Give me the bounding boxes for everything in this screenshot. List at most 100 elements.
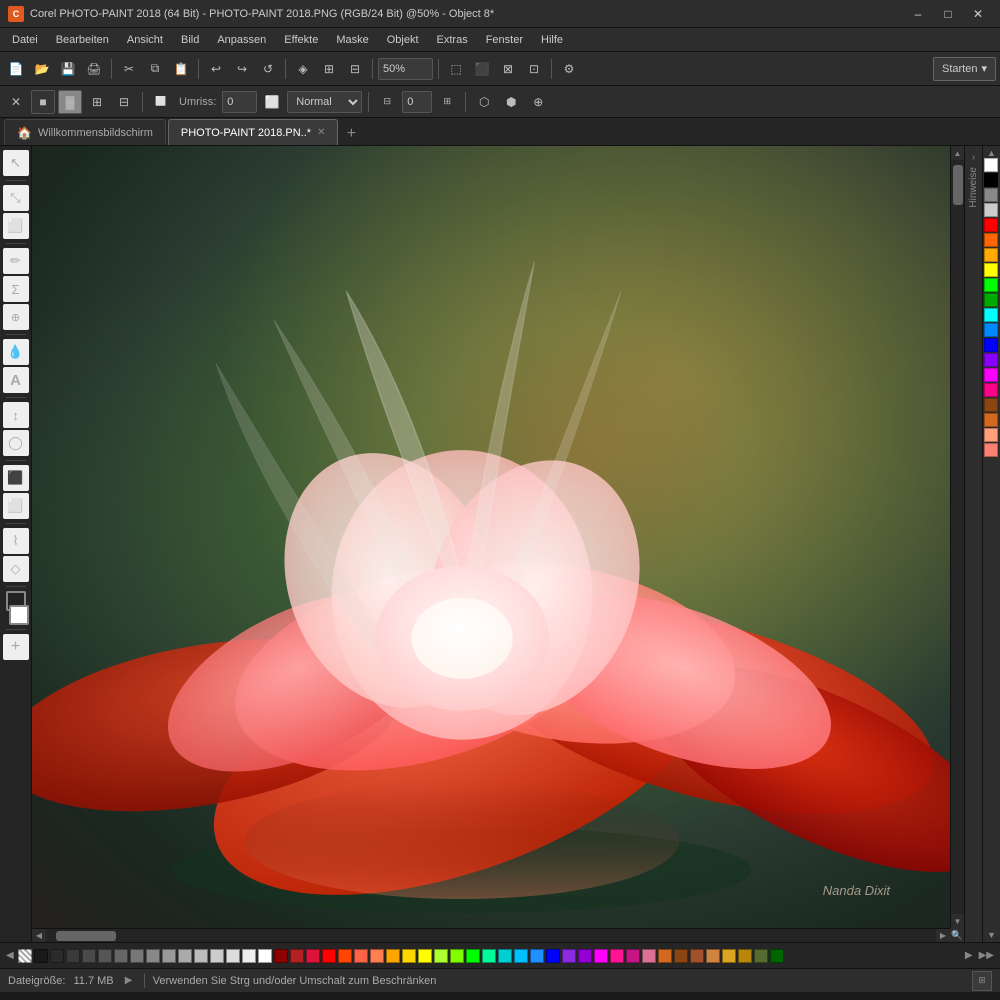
bottom-swatch-43[interactable] xyxy=(722,949,736,963)
tool-transform[interactable]: ⤡ xyxy=(3,185,29,211)
menu-anpassen[interactable]: Anpassen xyxy=(209,29,274,51)
palette-color-7[interactable] xyxy=(984,263,998,277)
minimize-button[interactable]: – xyxy=(904,3,932,25)
palette-nav-up[interactable]: ▲ xyxy=(987,148,996,158)
menu-ansicht[interactable]: Ansicht xyxy=(119,29,171,51)
prop-icon4[interactable]: ⊞ xyxy=(85,90,109,114)
menu-extras[interactable]: Extras xyxy=(429,29,476,51)
tb-icon2[interactable]: ⬛ xyxy=(470,57,494,81)
palette-color-9[interactable] xyxy=(984,293,998,307)
bottom-swatch-26[interactable] xyxy=(450,949,464,963)
prop-icon5[interactable]: ⊟ xyxy=(112,90,136,114)
open-button[interactable]: 📂 xyxy=(30,57,54,81)
palette-nav-down[interactable]: ▼ xyxy=(987,930,996,940)
bottom-swatch-8[interactable] xyxy=(162,949,176,963)
print-button[interactable]: 🖨 xyxy=(82,57,106,81)
prop-icon1[interactable]: ✕ xyxy=(4,90,28,114)
maximize-button[interactable]: □ xyxy=(934,3,962,25)
palette-color-10[interactable] xyxy=(984,308,998,322)
bottom-swatch-23[interactable] xyxy=(402,949,416,963)
bottom-swatch-5[interactable] xyxy=(114,949,128,963)
bottom-swatch-41[interactable] xyxy=(690,949,704,963)
opacity-inc[interactable]: ⊞ xyxy=(435,90,459,114)
colorbar-nav-right[interactable]: ▶ xyxy=(963,950,975,961)
palette-color-18[interactable] xyxy=(984,428,998,442)
tool-stamp[interactable]: ⬛ xyxy=(3,465,29,491)
bottom-swatch-29[interactable] xyxy=(498,949,512,963)
tool-paint[interactable]: ✏ xyxy=(3,248,29,274)
palette-color-1[interactable] xyxy=(984,173,998,187)
palette-color-11[interactable] xyxy=(984,323,998,337)
tb-icon1[interactable]: ⬚ xyxy=(444,57,468,81)
gear-button[interactable]: ⚙ xyxy=(557,57,581,81)
settings-button[interactable]: ◈ xyxy=(291,57,315,81)
bottom-swatch-32[interactable] xyxy=(546,949,560,963)
bottom-swatch-44[interactable] xyxy=(738,949,752,963)
start-button[interactable]: Starten ▾ xyxy=(933,57,996,81)
palette-color-8[interactable] xyxy=(984,278,998,292)
colorbar-nav-end[interactable]: ▶▶ xyxy=(977,950,996,961)
tb-icon3[interactable]: ⊠ xyxy=(496,57,520,81)
grid-button[interactable]: ⊞ xyxy=(317,57,341,81)
opacity-input[interactable] xyxy=(402,91,432,113)
bottom-swatch-19[interactable] xyxy=(338,949,352,963)
menu-effekte[interactable]: Effekte xyxy=(276,29,326,51)
palette-color-3[interactable] xyxy=(984,203,998,217)
scroll-track-v[interactable] xyxy=(951,160,964,914)
bottom-swatch-21[interactable] xyxy=(370,949,384,963)
prop-icon2[interactable]: ■ xyxy=(31,90,55,114)
bottom-swatch-27[interactable] xyxy=(466,949,480,963)
bottom-swatch-25[interactable] xyxy=(434,949,448,963)
bottom-swatch-20[interactable] xyxy=(354,949,368,963)
bottom-swatch-12[interactable] xyxy=(226,949,240,963)
bottom-swatch-45[interactable] xyxy=(754,949,768,963)
bottom-swatch-13[interactable] xyxy=(242,949,256,963)
tool-brush[interactable]: ↕ xyxy=(3,402,29,428)
palette-color-16[interactable] xyxy=(984,398,998,412)
tab-close-icon[interactable]: ✕ xyxy=(317,127,325,138)
bottom-swatch-16[interactable] xyxy=(290,949,304,963)
zoom-input[interactable] xyxy=(378,58,433,80)
scroll-track-h[interactable] xyxy=(46,929,936,942)
bottom-swatch-0[interactable] xyxy=(34,949,48,963)
bottom-swatch-40[interactable] xyxy=(674,949,688,963)
bottom-swatch-34[interactable] xyxy=(578,949,592,963)
bottom-swatch-30[interactable] xyxy=(514,949,528,963)
prop-icon9[interactable]: ⬢ xyxy=(499,90,523,114)
bottom-swatch-35[interactable] xyxy=(594,949,608,963)
menu-fenster[interactable]: Fenster xyxy=(478,29,531,51)
tool-add[interactable]: + xyxy=(3,634,29,660)
tool-retouch[interactable]: ⌇ xyxy=(3,528,29,554)
close-button[interactable]: ✕ xyxy=(964,3,992,25)
status-corner-icon[interactable]: ⊞ xyxy=(972,971,992,991)
palette-color-5[interactable] xyxy=(984,233,998,247)
cut-button[interactable]: ✂ xyxy=(117,57,141,81)
color-swatch-none[interactable] xyxy=(18,949,32,963)
menu-datei[interactable]: Datei xyxy=(4,29,46,51)
bottom-swatch-3[interactable] xyxy=(82,949,96,963)
copy-button[interactable]: ⧉ xyxy=(143,57,167,81)
palette-color-6[interactable] xyxy=(984,248,998,262)
scroll-thumb-v[interactable] xyxy=(953,165,963,205)
tool-dodge[interactable]: ◇ xyxy=(3,556,29,582)
bottom-swatch-7[interactable] xyxy=(146,949,160,963)
prop-icon7[interactable]: ⬜ xyxy=(260,90,284,114)
undo-button[interactable]: ↩ xyxy=(204,57,228,81)
tool-rect[interactable]: ⬜ xyxy=(3,493,29,519)
tool-text[interactable]: A xyxy=(3,367,29,393)
bottom-swatch-6[interactable] xyxy=(130,949,144,963)
bottom-swatch-15[interactable] xyxy=(274,949,288,963)
bottom-swatch-36[interactable] xyxy=(610,949,624,963)
palette-color-2[interactable] xyxy=(984,188,998,202)
palette-color-17[interactable] xyxy=(984,413,998,427)
prop-icon8[interactable]: ⬡ xyxy=(472,90,496,114)
bottom-swatch-46[interactable] xyxy=(770,949,784,963)
bottom-swatch-37[interactable] xyxy=(626,949,640,963)
menu-objekt[interactable]: Objekt xyxy=(379,29,427,51)
bottom-swatch-22[interactable] xyxy=(386,949,400,963)
scroll-thumb-h[interactable] xyxy=(56,931,116,941)
menu-maske[interactable]: Maske xyxy=(328,29,376,51)
menu-hilfe[interactable]: Hilfe xyxy=(533,29,571,51)
scroll-up-button[interactable]: ▲ xyxy=(951,146,965,160)
zoom-corner[interactable]: 🔍 xyxy=(950,928,964,942)
